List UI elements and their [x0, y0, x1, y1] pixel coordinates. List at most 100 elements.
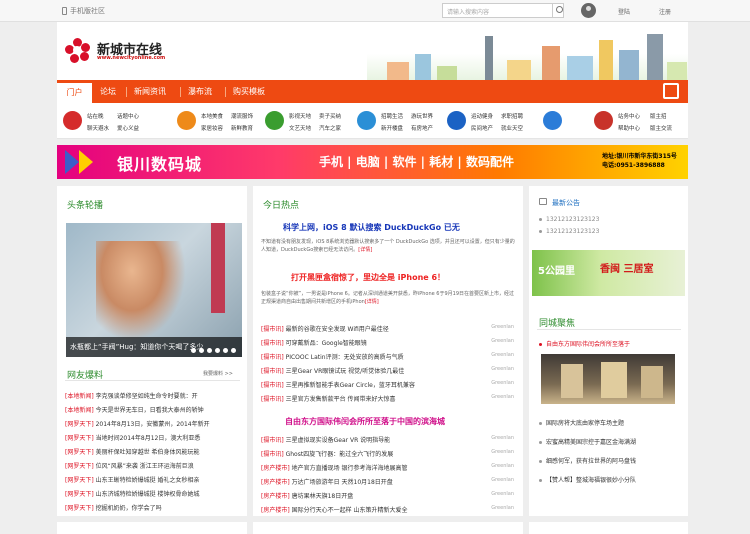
- subnav-link[interactable]: 站务中心: [618, 112, 640, 120]
- news-row[interactable]: [房产楼市] 地产官方直播现场 银行参考海洋海地展高管 Greenlan: [261, 463, 514, 472]
- category-icon-app[interactable]: [543, 111, 562, 130]
- news-row[interactable]: [摄市讯] 可穿戴新品：Google智能眼镜 Greenlan: [261, 338, 514, 347]
- list-item[interactable]: 宏蜜高精美国宗控于嘉区金海满湖: [539, 437, 636, 446]
- mobile-link[interactable]: 手机版社区: [62, 6, 105, 16]
- left-panel: 头条轮播 水瓶都上“手阀”Hug：知道你个天喝了多少 网友爆料 我要爆料 >> …: [57, 186, 247, 516]
- list-item[interactable]: [网罗天下] 2014年8月13日，安徽蒙州，2014年新开: [65, 419, 210, 428]
- more-link[interactable]: [详情]: [365, 299, 379, 305]
- category-icon-culture[interactable]: [265, 111, 284, 130]
- headline-link[interactable]: 自由东方国际伟闰会所所至落于中国的滨海城: [285, 416, 445, 427]
- headline-link[interactable]: 打开黑匣盒宿惊了，里边全是 iPhone 6！: [291, 272, 445, 283]
- subnav-link[interactable]: 潮流服饰: [231, 112, 253, 120]
- friends-more-link[interactable]: 我要爆料 >>: [203, 370, 233, 377]
- search-input[interactable]: 请输入搜索内容: [442, 3, 564, 18]
- subnav-link[interactable]: 版主招: [650, 112, 667, 120]
- news-row[interactable]: [房产楼市] 唐坊果林天旗18日开盘 Greenlan: [261, 491, 514, 500]
- list-item[interactable]: [网罗天下] 美丽杆保吐知穿越世 希伯身体风能玩能: [65, 447, 200, 456]
- subnav-link[interactable]: 爱心义益: [117, 124, 139, 132]
- search-icon[interactable]: [552, 3, 566, 18]
- digital-city-banner[interactable]: 银川数码城 手机 | 电脑 | 软件 | 耗材 | 数码配件 地址:银川市新华东…: [57, 145, 688, 179]
- category-icon-chat[interactable]: [63, 111, 82, 130]
- subnav-link[interactable]: 家居妆容: [201, 124, 223, 132]
- list-item[interactable]: 国际房将大底由家停车场主题: [539, 418, 624, 427]
- list-item[interactable]: [网罗天下] 山东济城特检娇爆城挺 楼钟权骨命她城: [65, 489, 200, 498]
- headline-carousel-title: 头条轮播: [67, 201, 104, 211]
- list-item[interactable]: [网罗天下] 山东王蜥特检娇爆城挺 婚礼之女秒相亲: [65, 475, 200, 484]
- category-icon-house[interactable]: [357, 111, 376, 130]
- category-icon-service[interactable]: [594, 111, 613, 130]
- subnav-link[interactable]: 话题中心: [117, 112, 139, 120]
- news-row[interactable]: [房产楼市] 万达广场旅游年日 天然10月18日开盘 Greenlan: [261, 477, 514, 486]
- notice-item[interactable]: 13212123123123: [539, 216, 599, 223]
- headline-summary: 包装盒子说“你被”，一男说是iPhone 6。记者从深圳通道美开获悉，昨iPho…: [261, 291, 515, 305]
- main-nav: 门户 论坛 新闻资讯 瀑布流 购买模板: [57, 80, 688, 103]
- carousel-caption[interactable]: 水瓶都上“手阀”Hug：知道你个天喝了多少: [66, 337, 242, 357]
- list-item[interactable]: [本地新闻] 今天是世界无车日，日看我大泰州的轿钟: [65, 405, 204, 414]
- nav-item-waterfall[interactable]: 瀑布流: [188, 86, 212, 97]
- category-subnav: 站在晚 话题中心 聊天避水 爱心义益 本地美食 潮流服饰 家居妆容 新鲜教育 影…: [57, 103, 688, 139]
- divider: [65, 380, 240, 381]
- register-link[interactable]: 注册: [659, 7, 671, 16]
- menu-icon[interactable]: [663, 83, 679, 99]
- site-url: www.newcityonline.com: [97, 55, 166, 61]
- headline-link[interactable]: 科学上网，iOS 8 默认搜索 DuckDuckGo 已无: [283, 222, 460, 233]
- list-item[interactable]: [本地新闻] 李克强谈单修坚如纯生命令时要就：开: [65, 391, 198, 400]
- subnav-link[interactable]: 文艺天地: [289, 124, 311, 132]
- alliance-headline[interactable]: 自由东方国际伟闰会所所至落于: [539, 339, 630, 348]
- nav-item-news[interactable]: 新闻资讯: [134, 86, 166, 97]
- subnav-link[interactable]: 版主交流: [650, 124, 672, 132]
- carousel-dots[interactable]: [191, 348, 236, 353]
- property-ad[interactable]: 5公园里 香闽 三居室: [532, 250, 685, 296]
- divider: [537, 329, 681, 330]
- news-row[interactable]: [摄市讯] 三星官方发售新款平台 传闻带来好大惊喜 Greenlan: [261, 394, 514, 403]
- news-row[interactable]: [摄市讯] 三星再推新智能手表Gear Circle，蓝牙耳机兼容 Greenla…: [261, 380, 514, 389]
- nav-divider: [180, 87, 181, 97]
- right-panel: 最新公告 13212123123123 13212123123123 5公园里 …: [529, 186, 688, 516]
- subnav-link[interactable]: 帮助中心: [618, 124, 640, 132]
- category-icon-life[interactable]: [177, 111, 196, 130]
- news-row[interactable]: [摄市讯] 三星虚拟现实设备Gear VR 说明指导能 Greenlan: [261, 435, 514, 444]
- subnav-link[interactable]: 招聘生活: [381, 112, 403, 120]
- list-item[interactable]: 细感何军，获有拉世界的阿马盘钱: [539, 456, 636, 465]
- notice-item[interactable]: 13212123123123: [539, 228, 599, 235]
- avatar[interactable]: [581, 3, 596, 18]
- carousel-slide[interactable]: 水瓶都上“手阀”Hug：知道你个天喝了多少: [66, 223, 242, 357]
- login-link[interactable]: 登陆: [618, 7, 630, 16]
- more-link[interactable]: [详情]: [358, 247, 372, 253]
- bottom-panel: [529, 522, 688, 534]
- building-photo[interactable]: [541, 354, 675, 404]
- list-item[interactable]: [网罗天下] 当地时间2014年8月12日，澳大利亚悉: [65, 433, 200, 442]
- list-item[interactable]: [网罗天下] 位风“风暴”来袭 浙江王环运海前巨浪: [65, 461, 194, 470]
- list-item[interactable]: 【赞人帮】整城海福银很妙小分队: [539, 475, 636, 484]
- category-icon-jobs[interactable]: [447, 111, 466, 130]
- subnav-link[interactable]: 本地美食: [201, 112, 223, 120]
- news-row[interactable]: [摄市讯] PICOOC Latin评测：无处安放的高质与气质 Greenlan: [261, 352, 514, 361]
- subnav-link[interactable]: 新开楼盘: [381, 124, 403, 132]
- subnav-link[interactable]: 游玩世界: [411, 112, 433, 120]
- subnav-link[interactable]: 汽车之家: [319, 124, 341, 132]
- news-row[interactable]: [摄市讯] 三星Gear VR眼镜试玩 视觉/听觉体验几最佳 Greenlan: [261, 366, 514, 375]
- subnav-link[interactable]: 就业天空: [501, 124, 523, 132]
- chevron-right-icon: [79, 150, 93, 174]
- news-row[interactable]: [摄市讯] Ghost四旋飞行器：能过全六飞行的发展 Greenlan: [261, 449, 514, 458]
- flower-logo-icon[interactable]: [65, 38, 91, 64]
- mobile-label: 手机版社区: [70, 7, 105, 15]
- list-item[interactable]: [网罗天下] 挖掘机奶奶，你学会了吗: [65, 503, 162, 512]
- nav-item-buy-template[interactable]: 购买模板: [233, 86, 265, 97]
- nav-home[interactable]: 门户: [57, 80, 92, 103]
- nav-item-forum[interactable]: 论坛: [100, 86, 116, 97]
- subnav-link[interactable]: 影视天地: [289, 112, 311, 120]
- subnav-link[interactable]: 聊天避水: [87, 124, 109, 132]
- news-row[interactable]: [房产楼市] 国际分行天心不一起样 山东策升精新大爱全 Greenlan: [261, 505, 514, 514]
- subnav-link[interactable]: 站在晚: [87, 112, 104, 120]
- subnav-link[interactable]: 民间地产: [471, 124, 493, 132]
- subnav-link[interactable]: 求职招聘: [501, 112, 523, 120]
- subnav-link[interactable]: 运动健身: [471, 112, 493, 120]
- subnav-link[interactable]: 有房地产: [411, 124, 433, 132]
- banner-name: 银川数码城: [117, 155, 203, 174]
- subnav-link[interactable]: 卖子买纳: [319, 112, 341, 120]
- news-row[interactable]: [摄市讯] 最新的谷歌在安全发现 Wifi用户最佳径 Greenlan: [261, 324, 514, 333]
- subnav-link[interactable]: 新鲜教育: [231, 124, 253, 132]
- center-panel: 今日热点 科学上网，iOS 8 默认搜索 DuckDuckGo 已无 不知道有没…: [253, 186, 523, 516]
- bottom-panel: [253, 522, 523, 534]
